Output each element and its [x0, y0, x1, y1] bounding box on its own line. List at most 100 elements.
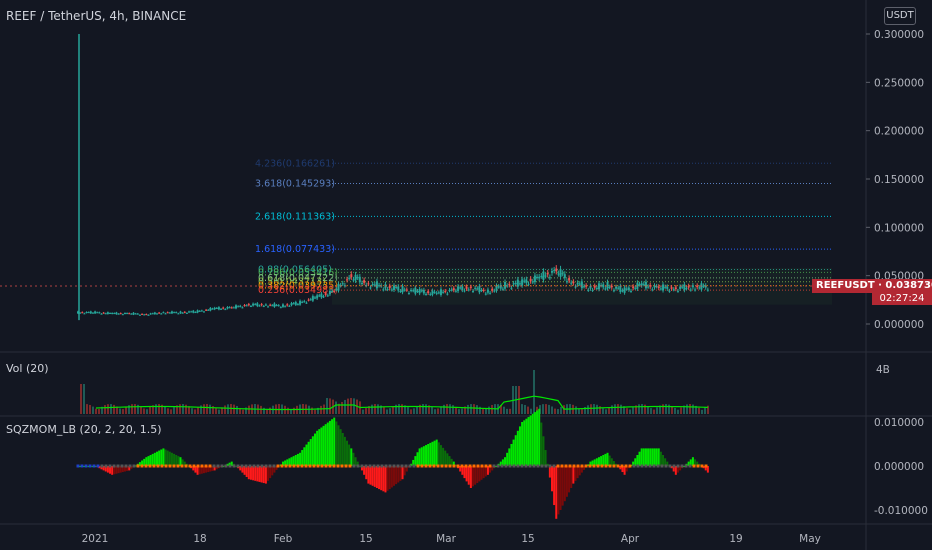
momentum-bar	[337, 425, 340, 466]
momentum-bar	[559, 466, 562, 510]
squeeze-dot	[272, 464, 276, 468]
momentum-bar	[606, 452, 609, 466]
momentum-bar	[533, 412, 536, 466]
price-chart[interactable]: 0.300000 0.250000 0.200000 0.150000 0.100000…	[0, 0, 932, 550]
currency-button[interactable]: USDT	[884, 7, 916, 25]
price-candle-body	[314, 297, 316, 299]
momentum-bar	[557, 466, 560, 515]
volume-bar	[602, 408, 604, 414]
squeeze-dot	[120, 464, 124, 468]
squeeze-dot	[96, 464, 100, 468]
price-candle-body	[463, 290, 466, 292]
volume-bar	[506, 408, 508, 414]
price-candle-body	[706, 289, 709, 291]
momentum-bar	[373, 466, 376, 487]
price-candle-body	[459, 287, 462, 289]
momentum-bar	[339, 429, 342, 466]
squeeze-dot	[668, 464, 672, 468]
volume-bar	[509, 408, 511, 414]
momentum-bar	[316, 430, 319, 466]
x-axis-tick-label: Apr	[621, 533, 640, 545]
price-candle-body	[382, 289, 385, 291]
price-candle-body	[151, 313, 154, 315]
volume-bar	[191, 408, 193, 414]
momentum-bar	[245, 466, 248, 477]
squeeze-dot	[236, 464, 240, 468]
price-candle-body	[123, 313, 126, 315]
price-candle-body	[523, 280, 526, 282]
volume-bar	[236, 405, 238, 414]
squeeze-dot	[608, 464, 612, 468]
price-candle-body	[531, 281, 534, 283]
x-axis-tick-label: Feb	[274, 533, 293, 545]
squeeze-dot	[228, 464, 232, 468]
price-candle-body	[630, 290, 632, 292]
volume-bar	[443, 404, 445, 414]
volume-bar	[86, 404, 88, 414]
price-candle-body	[518, 283, 521, 285]
volume-bar	[143, 408, 145, 414]
squeeze-dot	[444, 464, 448, 468]
price-candle-body	[200, 310, 203, 312]
momentum-bar	[378, 466, 381, 490]
price-candle-body	[106, 312, 109, 315]
squeeze-dot	[244, 464, 248, 468]
price-candle-body	[363, 280, 366, 283]
price-candle-body	[698, 287, 701, 289]
price-candle-body	[450, 289, 453, 291]
price-candle-body	[143, 314, 146, 316]
volume-bar	[266, 409, 268, 414]
price-candle-body	[452, 288, 455, 291]
price-candle-body	[373, 284, 376, 286]
price-candle-body	[651, 289, 654, 291]
squeeze-dot	[572, 464, 576, 468]
volume-bar	[401, 404, 403, 414]
price-candle-body	[676, 290, 679, 292]
price-candle-body	[553, 270, 556, 272]
price-candle-body	[514, 283, 517, 285]
price-candle-body	[548, 277, 551, 279]
price-candle-body	[346, 279, 349, 281]
volume-pane-label: Vol (20)	[6, 362, 49, 375]
price-candle-body	[527, 283, 530, 285]
squeeze-dot	[480, 464, 484, 468]
price-candle-body	[354, 274, 357, 281]
volume-bar	[407, 407, 409, 414]
price-candle-body	[482, 289, 485, 291]
price-candle-body	[262, 306, 265, 308]
momentum-bar	[301, 450, 304, 466]
price-candle-body	[230, 307, 233, 309]
price-candle-body	[615, 286, 618, 289]
volume-bar	[260, 405, 262, 414]
ticker-label: REEFUSDT	[816, 280, 875, 291]
volume-bar	[686, 404, 688, 414]
price-candle-body	[403, 289, 406, 291]
momentum-bar	[636, 455, 639, 466]
volume-bar	[110, 404, 112, 414]
momentum-bar	[343, 436, 346, 466]
price-candle-body	[501, 288, 504, 290]
momentum-bar	[531, 413, 534, 466]
price-candle-body	[536, 276, 539, 278]
squeeze-dot	[280, 464, 284, 468]
squeeze-dot	[432, 464, 436, 468]
momentum-bar	[604, 453, 607, 466]
price-candle-body	[318, 295, 321, 297]
squeeze-dot	[452, 464, 456, 468]
price-candle-body	[277, 305, 280, 307]
squeeze-dot	[396, 464, 400, 468]
volume-bar	[203, 404, 205, 414]
price-candle-body	[232, 307, 235, 309]
volume-bar	[662, 404, 664, 414]
price-candle-body	[510, 287, 513, 289]
squeeze-dot	[176, 464, 180, 468]
momentum-bar	[264, 466, 267, 484]
squeeze-dot	[300, 464, 304, 468]
volume-bar	[218, 409, 220, 414]
volume-bar	[470, 404, 472, 414]
momentum-bar	[388, 466, 391, 490]
price-candle-body	[158, 312, 161, 314]
volume-bar	[134, 404, 136, 414]
momentum-bar	[393, 466, 395, 486]
volume-bar	[173, 407, 175, 414]
